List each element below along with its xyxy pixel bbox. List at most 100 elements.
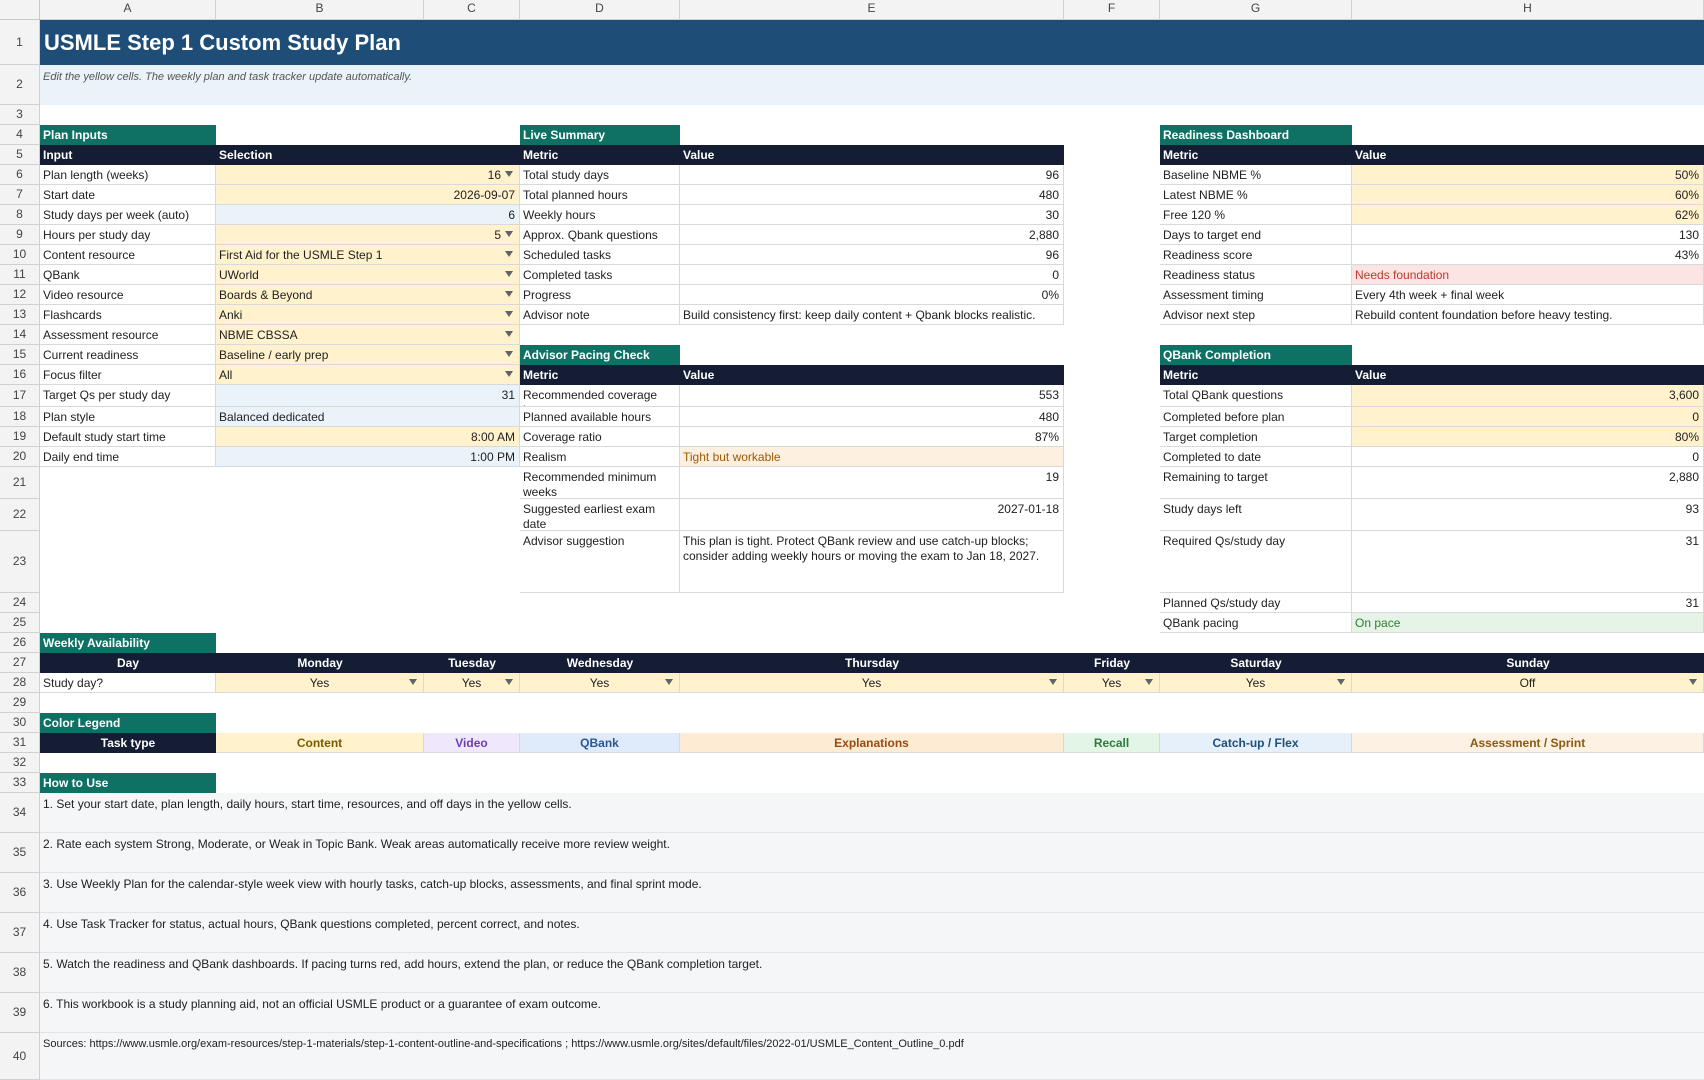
sheet-title: USMLE Step 1 Custom Study Plan — [40, 20, 1704, 65]
plan-input-value[interactable]: 8:00 AM — [216, 427, 520, 447]
study-day-toggle[interactable]: Yes — [680, 673, 1064, 693]
study-day-toggle[interactable]: Yes — [1064, 673, 1160, 693]
row-header-7[interactable]: 7 — [0, 185, 40, 205]
plan-input-value[interactable]: 31 — [216, 385, 520, 407]
column-header-g[interactable]: G — [1160, 0, 1352, 20]
weekly-day-friday: Friday — [1064, 653, 1160, 673]
row-header-28[interactable]: 28 — [0, 673, 40, 693]
column-header-a[interactable]: A — [40, 0, 216, 20]
row-header-3[interactable]: 3 — [0, 105, 40, 125]
dropdown-arrow-icon[interactable] — [505, 231, 513, 237]
row-header-18[interactable]: 18 — [0, 407, 40, 427]
row-header-26[interactable]: 26 — [0, 633, 40, 653]
row-header-33[interactable]: 33 — [0, 773, 40, 793]
row-header-29[interactable]: 29 — [0, 693, 40, 713]
row-header-31[interactable]: 31 — [0, 733, 40, 753]
row-header-25[interactable]: 25 — [0, 613, 40, 633]
row-header-34[interactable]: 34 — [0, 793, 40, 833]
row-header-6[interactable]: 6 — [0, 165, 40, 185]
row-header-20[interactable]: 20 — [0, 447, 40, 467]
weekly-day-header: Day — [40, 653, 216, 673]
row-header-8[interactable]: 8 — [0, 205, 40, 225]
row-header-24[interactable]: 24 — [0, 593, 40, 613]
row-header-17[interactable]: 17 — [0, 385, 40, 407]
column-header-h[interactable]: H — [1352, 0, 1704, 20]
row-header-36[interactable]: 36 — [0, 873, 40, 913]
plan-input-value[interactable]: Baseline / early prep — [216, 345, 520, 365]
column-header-b[interactable]: B — [216, 0, 424, 20]
qbank-header-metric: Metric — [1160, 365, 1352, 385]
plan-input-value[interactable]: 1:00 PM — [216, 447, 520, 467]
row-header-37[interactable]: 37 — [0, 913, 40, 953]
dropdown-arrow-icon[interactable] — [505, 271, 513, 277]
row-header-4[interactable]: 4 — [0, 125, 40, 145]
readiness-value[interactable]: 50% — [1352, 165, 1704, 185]
row-header-5[interactable]: 5 — [0, 145, 40, 165]
dropdown-arrow-icon[interactable] — [1145, 679, 1153, 685]
row-header-14[interactable]: 14 — [0, 325, 40, 345]
row-header-11[interactable]: 11 — [0, 265, 40, 285]
dropdown-arrow-icon[interactable] — [505, 291, 513, 297]
dropdown-arrow-icon[interactable] — [505, 679, 513, 685]
plan-input-value[interactable]: UWorld — [216, 265, 520, 285]
dropdown-arrow-icon[interactable] — [505, 251, 513, 257]
plan-input-value[interactable]: Balanced dedicated — [216, 407, 520, 427]
plan-input-value[interactable]: All — [216, 365, 520, 385]
column-header-f[interactable]: F — [1064, 0, 1160, 20]
study-day-toggle[interactable]: Off — [1352, 673, 1704, 693]
row-header-15[interactable]: 15 — [0, 345, 40, 365]
plan-input-value[interactable]: 5 — [216, 225, 520, 245]
plan-input-value[interactable]: NBME CBSSA — [216, 325, 520, 345]
dropdown-arrow-icon[interactable] — [505, 371, 513, 377]
row-header-38[interactable]: 38 — [0, 953, 40, 993]
qbank-value[interactable]: 0 — [1352, 407, 1704, 427]
row-header-22[interactable]: 22 — [0, 499, 40, 531]
row-header-40[interactable]: 40 — [0, 1033, 40, 1080]
plan-input-value[interactable]: Boards & Beyond — [216, 285, 520, 305]
study-day-toggle[interactable]: Yes — [520, 673, 680, 693]
row-header-13[interactable]: 13 — [0, 305, 40, 325]
dropdown-arrow-icon[interactable] — [1049, 679, 1057, 685]
row-header-27[interactable]: 27 — [0, 653, 40, 673]
row-header-35[interactable]: 35 — [0, 833, 40, 873]
column-header-d[interactable]: D — [520, 0, 680, 20]
row-header-21[interactable]: 21 — [0, 467, 40, 499]
row-header-30[interactable]: 30 — [0, 713, 40, 733]
row-header-9[interactable]: 9 — [0, 225, 40, 245]
row-header-16[interactable]: 16 — [0, 365, 40, 385]
dropdown-arrow-icon[interactable] — [505, 331, 513, 337]
dropdown-arrow-icon[interactable] — [1337, 679, 1345, 685]
row-header-23[interactable]: 23 — [0, 531, 40, 593]
readiness-value[interactable]: 60% — [1352, 185, 1704, 205]
dropdown-arrow-icon[interactable] — [505, 311, 513, 317]
column-header-e[interactable]: E — [680, 0, 1064, 20]
row-header-2[interactable]: 2 — [0, 65, 40, 105]
plan-input-value[interactable]: 16 — [216, 165, 520, 185]
dropdown-arrow-icon[interactable] — [665, 679, 673, 685]
select-all-corner[interactable] — [0, 0, 40, 20]
plan-input-value[interactable]: Anki — [216, 305, 520, 325]
legend-swatch: Video — [424, 733, 520, 753]
row-header-10[interactable]: 10 — [0, 245, 40, 265]
live-summary-metric: Approx. Qbank questions — [520, 225, 680, 245]
row-header-12[interactable]: 12 — [0, 285, 40, 305]
dropdown-arrow-icon[interactable] — [505, 351, 513, 357]
row-header-39[interactable]: 39 — [0, 993, 40, 1033]
dropdown-arrow-icon[interactable] — [1689, 679, 1697, 685]
live-summary-value: Build consistency first: keep daily cont… — [680, 305, 1064, 325]
study-day-toggle[interactable]: Yes — [424, 673, 520, 693]
row-header-32[interactable]: 32 — [0, 753, 40, 773]
plan-input-value[interactable]: 6 — [216, 205, 520, 225]
readiness-value[interactable]: 62% — [1352, 205, 1704, 225]
qbank-value[interactable]: 3,600 — [1352, 385, 1704, 407]
qbank-value[interactable]: 80% — [1352, 427, 1704, 447]
study-day-toggle[interactable]: Yes — [216, 673, 424, 693]
dropdown-arrow-icon[interactable] — [505, 171, 513, 177]
row-header-1[interactable]: 1 — [0, 20, 40, 65]
row-header-19[interactable]: 19 — [0, 427, 40, 447]
dropdown-arrow-icon[interactable] — [409, 679, 417, 685]
plan-input-value[interactable]: First Aid for the USMLE Step 1 — [216, 245, 520, 265]
column-header-c[interactable]: C — [424, 0, 520, 20]
study-day-toggle[interactable]: Yes — [1160, 673, 1352, 693]
plan-input-value[interactable]: 2026-09-07 — [216, 185, 520, 205]
